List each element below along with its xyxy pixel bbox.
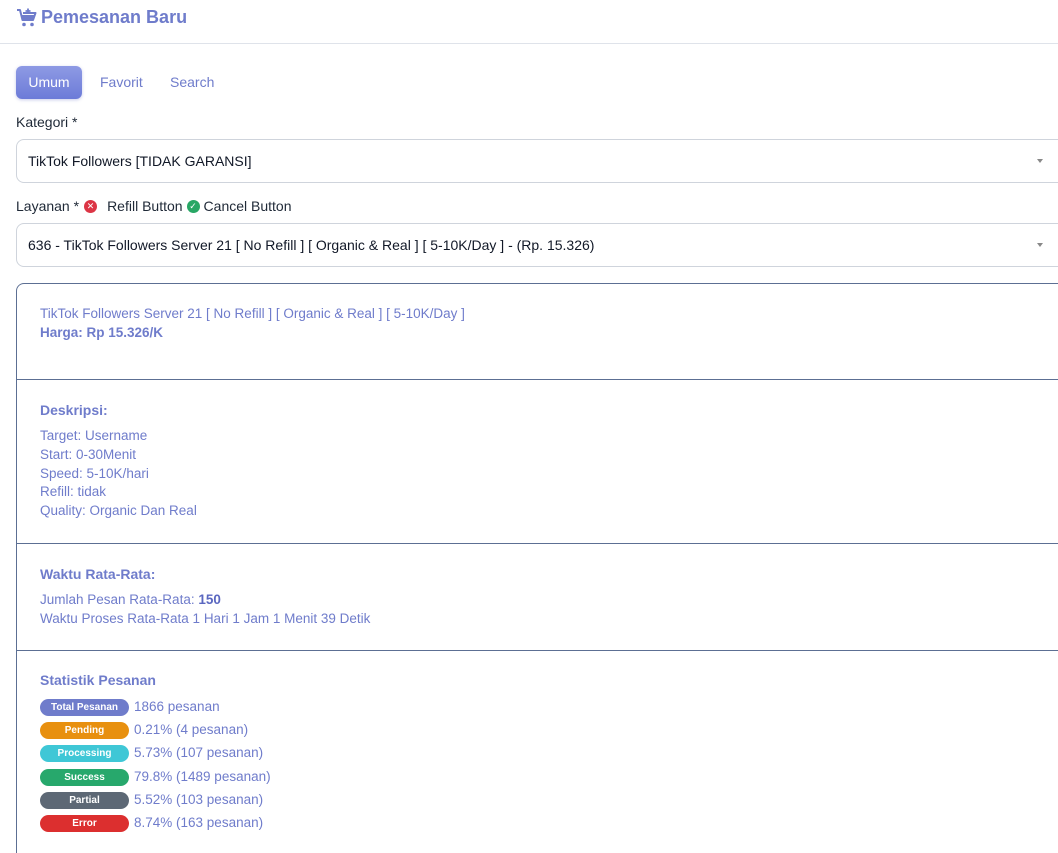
kategori-select[interactable]: TikTok Followers [TIDAK GARANSI] bbox=[16, 139, 1058, 183]
status-value: 0.21% (4 pesanan) bbox=[134, 722, 249, 737]
tab-umum[interactable]: Umum bbox=[16, 66, 82, 99]
jumlah-pesan-rata-rata: Jumlah Pesan Rata-Rata: 150 bbox=[40, 592, 221, 607]
status-badge: Success bbox=[40, 769, 129, 786]
deskripsi-heading: Deskripsi: bbox=[40, 402, 108, 418]
status-value: 5.73% (107 pesanan) bbox=[134, 745, 264, 760]
page-header: Pemesanan Baru bbox=[0, 0, 1058, 44]
jumlah-label: Jumlah Pesan Rata-Rata: bbox=[40, 592, 199, 607]
status-badge: Partial bbox=[40, 792, 129, 809]
kategori-selected-value: TikTok Followers [TIDAK GARANSI] bbox=[28, 153, 252, 169]
status-value: 5.52% (103 pesanan) bbox=[134, 792, 264, 807]
divider bbox=[16, 379, 1058, 380]
divider bbox=[16, 543, 1058, 544]
service-details-panel bbox=[16, 283, 1058, 853]
layanan-label: Layanan * bbox=[16, 198, 80, 214]
divider bbox=[16, 650, 1058, 651]
cart-plus-icon bbox=[17, 8, 37, 27]
service-price: Harga: Rp 15.326/K bbox=[40, 325, 164, 340]
cancel-button-label: Cancel Button bbox=[203, 198, 292, 214]
deskripsi-line: Quality: Organic Dan Real bbox=[40, 503, 197, 518]
service-name: TikTok Followers Server 21 [ No Refill ]… bbox=[40, 306, 465, 321]
status-badge: Total Pesanan bbox=[40, 699, 129, 716]
layanan-selected-value: 636 - TikTok Followers Server 21 [ No Re… bbox=[28, 237, 595, 253]
deskripsi-line: Speed: 5-10K/hari bbox=[40, 466, 149, 481]
chevron-down-icon bbox=[1037, 243, 1043, 247]
statistik-heading: Statistik Pesanan bbox=[40, 672, 156, 688]
close-circle-icon: ✕ bbox=[84, 199, 98, 213]
check-circle-icon: ✓ bbox=[186, 199, 200, 213]
deskripsi-line: Refill: tidak bbox=[40, 484, 107, 499]
status-value: 8.74% (163 pesanan) bbox=[134, 815, 264, 830]
tab-search[interactable]: Search bbox=[170, 66, 214, 99]
status-badge: Processing bbox=[40, 745, 129, 762]
status-value: 1866 pesanan bbox=[134, 699, 220, 714]
waktu-proses: Waktu Proses Rata-Rata 1 Hari 1 Jam 1 Me… bbox=[40, 611, 371, 626]
waktu-heading: Waktu Rata-Rata: bbox=[40, 566, 156, 582]
status-badge: Pending bbox=[40, 722, 129, 739]
chevron-down-icon bbox=[1037, 159, 1043, 163]
deskripsi-line: Start: 0-30Menit bbox=[40, 447, 137, 462]
layanan-label-row: Layanan * ✕ Refill Button ✓ Cancel Butto… bbox=[16, 198, 292, 214]
kategori-label: Kategori * bbox=[16, 114, 78, 130]
status-badge: Error bbox=[40, 815, 129, 832]
jumlah-value: 150 bbox=[198, 592, 221, 607]
tab-favorit[interactable]: Favorit bbox=[100, 66, 143, 99]
page-title: Pemesanan Baru bbox=[41, 7, 188, 27]
deskripsi-line: Target: Username bbox=[40, 428, 148, 443]
layanan-select[interactable]: 636 - TikTok Followers Server 21 [ No Re… bbox=[16, 223, 1058, 267]
status-value: 79.8% (1489 pesanan) bbox=[134, 769, 271, 784]
refill-button-label: Refill Button bbox=[107, 198, 183, 214]
